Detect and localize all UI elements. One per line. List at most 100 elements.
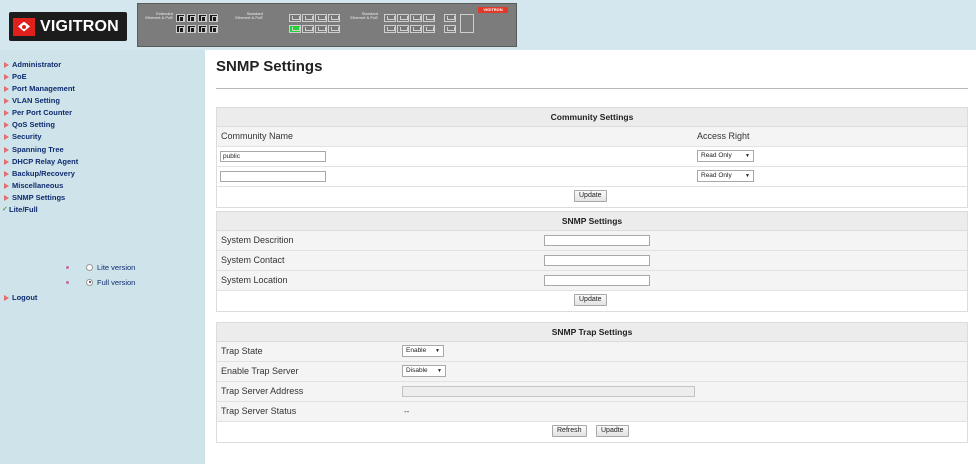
sidebar-item-vlan-setting[interactable]: VLAN Setting (4, 95, 60, 107)
sidebar-item-spanning-tree[interactable]: Spanning Tree (4, 144, 64, 156)
community-name-input-2[interactable] (220, 171, 326, 182)
lite-version-radio[interactable] (86, 263, 93, 271)
port-12 (328, 14, 340, 22)
full-version-label: Full version (97, 277, 136, 287)
port-21 (384, 25, 396, 33)
trap-state-label: Trap State (221, 346, 263, 356)
system-location-input[interactable] (544, 275, 650, 286)
arrow-right-icon (4, 86, 9, 92)
trap-state-select[interactable]: Enable ▼ (402, 345, 444, 357)
bullet-icon (66, 265, 69, 269)
uplink-port-25 (444, 14, 456, 22)
uplink-port-26 (444, 25, 456, 33)
port-4 (209, 14, 218, 22)
sidebar-item-logout[interactable]: Logout (4, 292, 37, 304)
community-actions-row: Update (217, 187, 967, 207)
snmp-trap-settings-heading: SNMP Trap Settings (217, 323, 967, 342)
sidebar-item-miscellaneous[interactable]: Miscellaneous (4, 180, 63, 192)
sidebar-item-port-management[interactable]: Port Management (4, 83, 75, 95)
sidebar-item-label: Port Management (12, 84, 75, 93)
system-contact-label: System Contact (221, 255, 285, 265)
sidebar-item-security[interactable]: Security (4, 131, 42, 143)
community-row-1: Read Only ▼ (217, 147, 967, 167)
sidebar-item-qos-setting[interactable]: QoS Setting (4, 119, 55, 131)
port-7 (198, 25, 207, 33)
trap-state-row: Trap State Enable ▼ (217, 342, 967, 362)
arrow-right-icon (4, 110, 9, 116)
arrow-right-icon (4, 74, 9, 80)
sidebar-item-label: SNMP Settings (12, 193, 66, 202)
header-bar: VIGITRON Extended Ethernet & PoE Standar… (0, 0, 976, 50)
port-15 (315, 25, 327, 33)
enable-trap-server-select[interactable]: Disable ▼ (402, 365, 446, 377)
page-title: SNMP Settings (216, 58, 323, 75)
arrow-right-icon (4, 62, 9, 68)
panel-label-standard-2: Standard Ethernet & PoE (350, 11, 378, 20)
port-5 (176, 25, 185, 33)
sidebar-item-label: Security (12, 132, 42, 141)
lite-version-option[interactable]: Lite version (66, 261, 135, 273)
refresh-button[interactable]: Refresh (552, 425, 587, 437)
trap-server-status-row: Trap Server Status -- (217, 402, 967, 422)
trap-server-status-label: Trap Server Status (221, 406, 297, 416)
system-contact-row: System Contact (217, 251, 967, 271)
vigitron-logo: VIGITRON (9, 12, 127, 41)
trap-actions-row: Refresh Upadte (217, 422, 967, 442)
panel-label-standard-1: Standard Ethernet & PoE (235, 11, 263, 20)
sidebar-item-dhcp-relay-agent[interactable]: DHCP Relay Agent (4, 156, 78, 168)
snmp-actions-row: Update (217, 291, 967, 311)
access-right-select-2[interactable]: Read Only ▼ (697, 170, 754, 182)
arrow-right-icon (4, 134, 9, 140)
enable-trap-server-label: Enable Trap Server (221, 366, 299, 376)
port-19 (410, 14, 422, 22)
access-right-select-1[interactable]: Read Only ▼ (697, 150, 754, 162)
community-name-input-1[interactable] (220, 151, 326, 162)
full-version-radio[interactable] (86, 278, 93, 286)
caret-down-icon: ▼ (745, 153, 750, 159)
port-10 (302, 14, 314, 22)
sidebar-item-per-port-counter[interactable]: Per Port Counter (4, 107, 72, 119)
sidebar-item-label: VLAN Setting (12, 96, 60, 105)
port-13-active (289, 25, 301, 33)
sidebar-item-label: Backup/Recovery (12, 169, 75, 178)
sidebar-item-poe[interactable]: PoE (4, 71, 27, 83)
sidebar-item-snmp-settings[interactable]: SNMP Settings (4, 192, 65, 204)
sidebar-item-backup-recovery[interactable]: Backup/Recovery (4, 168, 75, 180)
mini-vigitron-logo: VIGITRON (478, 7, 508, 13)
trap-server-address-row: Trap Server Address (217, 382, 967, 402)
port-2 (187, 14, 196, 22)
sidebar-item-label: Logout (12, 293, 38, 302)
system-description-input[interactable] (544, 235, 650, 246)
enable-trap-server-row: Enable Trap Server Disable ▼ (217, 362, 967, 382)
trap-update-button[interactable]: Upadte (596, 425, 629, 437)
port-20 (423, 14, 435, 22)
port-16 (328, 25, 340, 33)
community-settings-heading: Community Settings (217, 108, 967, 127)
port-6 (187, 25, 196, 33)
sfp-slot (460, 14, 474, 33)
port-3 (198, 14, 207, 22)
vigitron-eye-icon (13, 17, 35, 36)
enable-trap-server-value: Disable (406, 367, 428, 374)
full-version-option[interactable]: Full version (66, 276, 135, 288)
caret-down-icon: ▼ (745, 173, 750, 179)
bullet-icon (66, 280, 69, 284)
port-11 (315, 14, 327, 22)
port-23 (410, 25, 422, 33)
sidebar-item-label: Miscellaneous (12, 181, 64, 190)
caret-down-icon: ▼ (437, 368, 442, 374)
system-location-row: System Location (217, 271, 967, 291)
community-update-button[interactable]: Update (574, 190, 607, 202)
sidebar-item-label: Lite/Full (9, 205, 38, 214)
community-row-2: Read Only ▼ (217, 167, 967, 187)
access-right-value-1: Read Only (701, 152, 732, 159)
port-24 (423, 25, 435, 33)
sidebar-item-administrator[interactable]: Administrator (4, 59, 61, 71)
trap-server-status-value: -- (404, 407, 410, 416)
access-right-column-header: Access Right (697, 131, 750, 141)
trap-server-address-input[interactable] (402, 386, 695, 397)
system-description-row: System Descrition (217, 231, 967, 251)
sidebar-item-lite-full[interactable]: ✓ Lite/Full (2, 204, 38, 216)
snmp-update-button[interactable]: Update (574, 294, 607, 306)
system-contact-input[interactable] (544, 255, 650, 266)
